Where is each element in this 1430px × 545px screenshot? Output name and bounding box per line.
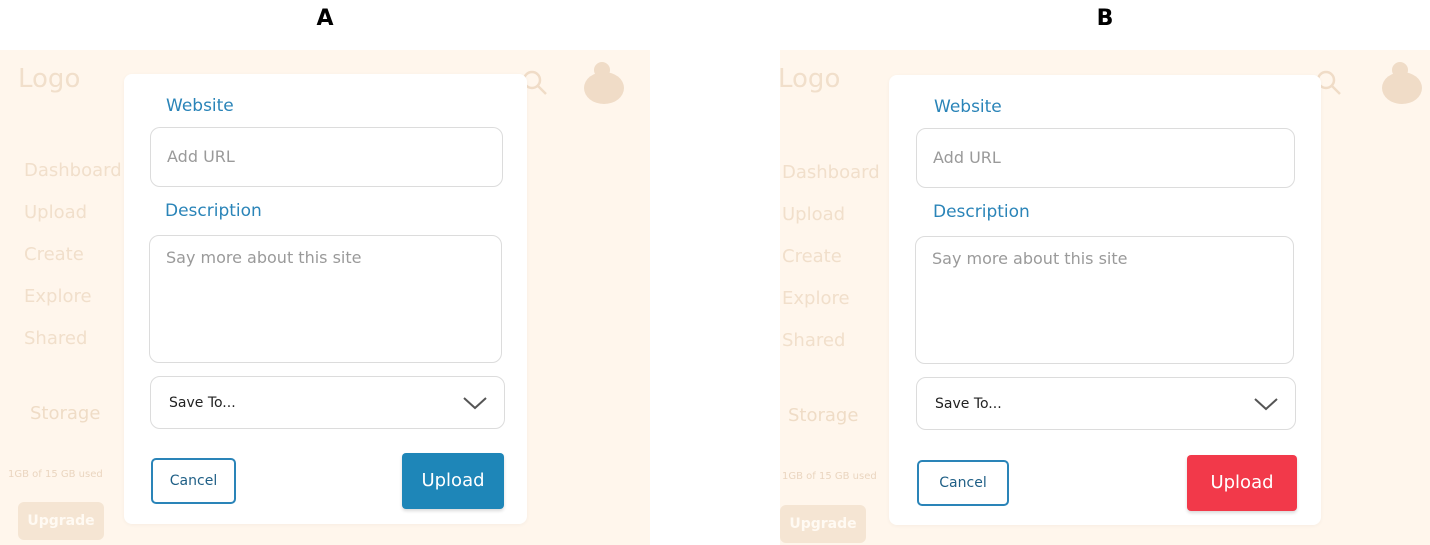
description-label: Description [933,202,1030,222]
background-nav-shared: Shared [782,330,846,351]
variant-a-label: A [316,6,334,31]
description-label: Description [165,201,262,221]
variant-b-screen: Logo Dashboard Upload Create Explore Sha… [780,50,1430,545]
background-nav-upload: Upload [24,202,88,223]
background-nav-explore: Explore [782,288,850,309]
upload-button[interactable]: Upload [1187,455,1297,511]
url-input[interactable]: Add URL [150,127,503,187]
background-upgrade-button: Upgrade [780,505,866,543]
background-nav-dashboard: Dashboard [24,160,122,181]
background-nav-upload: Upload [782,204,846,225]
variant-a-screen: Logo Dashboard Upload Create Explore Sha… [0,50,650,545]
chevron-down-icon [463,396,487,409]
upload-button[interactable]: Upload [402,453,504,509]
save-to-value: Save To... [169,394,236,411]
background-usage-text: 1GB of 15 GB used [782,471,877,482]
save-to-dropdown[interactable]: Save To... [150,376,505,429]
background-storage-label: Storage [30,403,101,424]
website-label: Website [934,97,1002,117]
save-to-dropdown[interactable]: Save To... [916,377,1296,430]
background-nav-create: Create [782,246,842,267]
variant-b-label: B [1096,6,1114,31]
website-label: Website [166,96,234,116]
add-website-dialog: Website Add URL Description Say more abo… [124,74,527,524]
description-input[interactable]: Say more about this site [149,235,502,363]
chevron-down-icon [1254,397,1278,410]
background-usage-text: 1GB of 15 GB used [8,469,103,480]
background-nav-shared: Shared [24,328,88,349]
background-upgrade-button: Upgrade [18,502,104,540]
background-logo: Logo [780,64,841,94]
background-avatar-icon [584,62,624,104]
cancel-button[interactable]: Cancel [151,458,236,504]
description-input[interactable]: Say more about this site [915,236,1294,364]
background-logo: Logo [18,64,81,94]
add-website-dialog: Website Add URL Description Say more abo… [889,75,1321,525]
background-avatar-icon [1382,62,1422,104]
save-to-value: Save To... [935,395,1002,412]
background-nav-dashboard: Dashboard [782,162,880,183]
url-input[interactable]: Add URL [916,128,1295,188]
cancel-button[interactable]: Cancel [917,460,1009,506]
background-storage-label: Storage [788,405,859,426]
background-nav-explore: Explore [24,286,92,307]
background-nav-create: Create [24,244,84,265]
